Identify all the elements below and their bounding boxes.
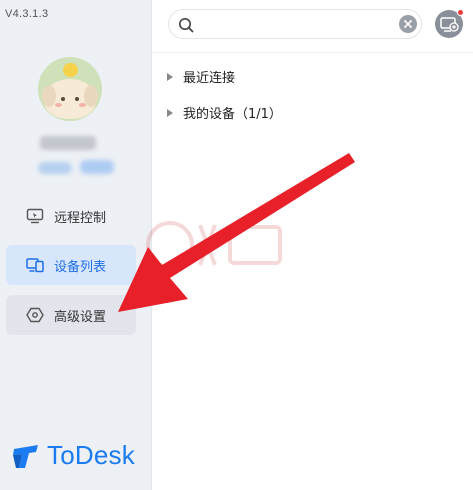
sidebar-item-device-list[interactable]: 设备列表 xyxy=(6,245,136,285)
avatar-eye-right xyxy=(75,97,79,101)
todesk-logo-icon xyxy=(13,444,38,468)
avatar[interactable] xyxy=(38,57,102,121)
tree-group-label: 我的设备（1/1） xyxy=(183,107,282,122)
header-divider xyxy=(152,52,473,53)
watermark-logo xyxy=(146,221,282,269)
search-icon xyxy=(179,18,194,33)
sidebar-item-label: 设备列表 xyxy=(54,259,107,275)
sidebar-item-remote-control[interactable]: 远程控制 xyxy=(6,196,136,236)
blurred-username xyxy=(40,136,96,150)
search-input[interactable] xyxy=(201,14,391,34)
clear-search-button[interactable] xyxy=(399,15,417,33)
version-label: V4.3.1.3 xyxy=(5,8,49,20)
blurred-badge xyxy=(80,160,114,174)
brand: ToDesk xyxy=(11,440,135,471)
sidebar: V4.3.1.3 远程控制 设备列表 高级设置 ToDesk xyxy=(0,0,151,490)
add-device-button[interactable] xyxy=(435,9,464,38)
close-icon xyxy=(403,19,413,29)
notification-dot xyxy=(457,9,464,16)
avatar-eye-left xyxy=(61,97,65,101)
avatar-chick xyxy=(63,63,78,77)
brand-name: ToDesk xyxy=(47,440,135,470)
avatar-ear-left xyxy=(42,85,56,107)
sidebar-item-advanced-settings[interactable]: 高级设置 xyxy=(6,295,136,335)
search-box[interactable] xyxy=(168,9,422,39)
blurred-badge xyxy=(38,162,72,174)
tree-group-label: 最近连接 xyxy=(183,71,236,86)
avatar-blush-left xyxy=(55,103,62,107)
hexagon-settings-icon xyxy=(26,306,44,324)
avatar-blush-right xyxy=(79,103,86,107)
avatar-ear-right xyxy=(84,85,98,107)
tree-group-my-devices[interactable]: 我的设备（1/1） xyxy=(165,103,282,122)
device-list-icon xyxy=(26,256,44,274)
triangle-right-icon xyxy=(167,72,173,81)
sidebar-item-label: 高级设置 xyxy=(54,309,107,325)
tree-group-recent[interactable]: 最近连接 xyxy=(165,67,235,86)
triangle-right-icon xyxy=(167,108,173,117)
remote-control-icon xyxy=(26,207,44,225)
sidebar-item-label: 远程控制 xyxy=(54,210,107,226)
